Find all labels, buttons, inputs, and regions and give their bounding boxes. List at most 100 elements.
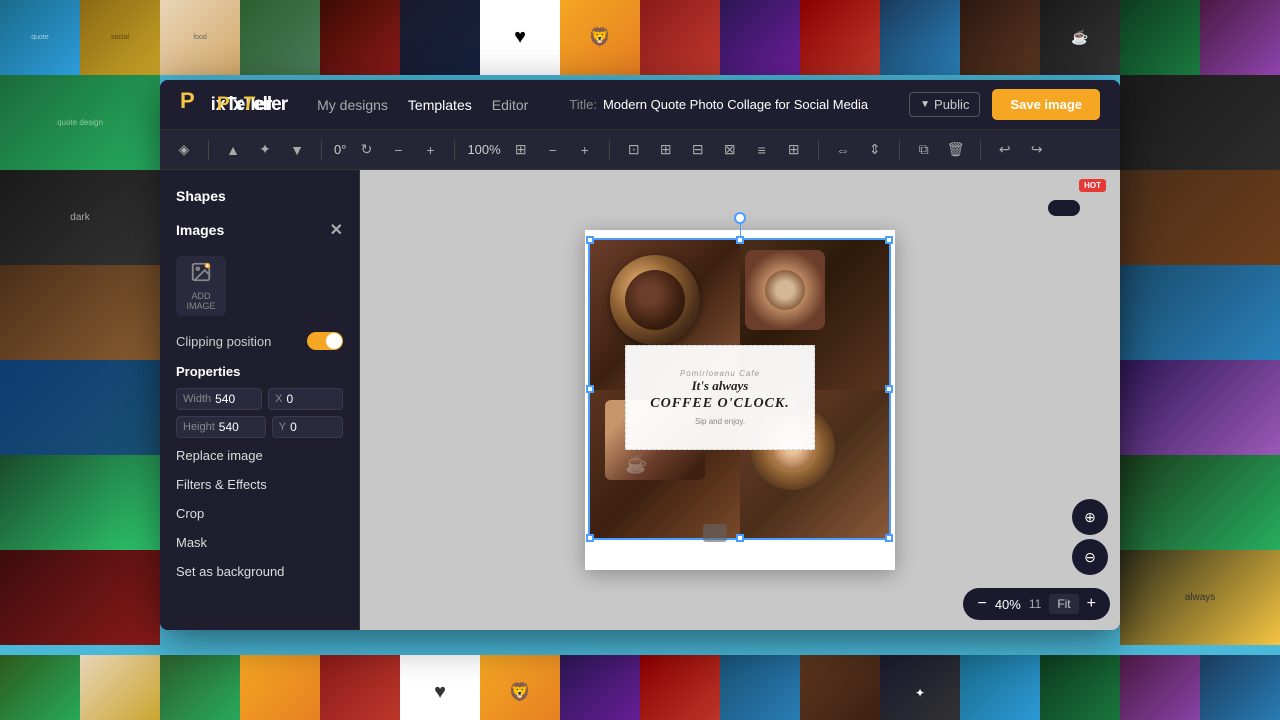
fit-button[interactable]: Fit (1049, 594, 1078, 614)
strip-thumb-12[interactable] (880, 0, 960, 75)
close-images-icon[interactable]: ✕ (330, 220, 343, 240)
bottom-thumb-11[interactable] (800, 655, 880, 720)
rotation-handle[interactable] (734, 212, 746, 224)
bottom-thumb-8[interactable] (560, 655, 640, 720)
strip-thumb-13[interactable] (960, 0, 1040, 75)
strip-thumb-9[interactable] (640, 0, 720, 75)
strip-thumb-7[interactable]: ♥ (480, 0, 560, 75)
bottom-thumb-3[interactable] (160, 655, 240, 720)
align-middle-icon[interactable]: ≡ (750, 138, 774, 162)
strip-thumb-3[interactable]: food (160, 0, 240, 75)
align-right-icon[interactable]: ⊟ (686, 138, 710, 162)
align-center-icon[interactable]: ⊞ (654, 138, 678, 162)
rotate-icon[interactable]: ↻ (354, 138, 378, 162)
x-field[interactable]: X (268, 388, 343, 410)
plus-icon[interactable]: + (418, 138, 442, 162)
mask-link[interactable]: Mask (160, 528, 359, 557)
layers-icon[interactable]: ◈ (172, 138, 196, 162)
y-field[interactable]: Y (272, 416, 343, 438)
design-canvas[interactable]: ☕ Pomirloeanu Cafe (585, 230, 895, 570)
logo-pixteller[interactable]: PixTeller (217, 94, 287, 116)
add-image-icon (190, 261, 212, 289)
public-button[interactable]: ▼ Public (909, 92, 980, 117)
nav-links: My designs Templates Editor (317, 97, 528, 113)
replace-image-link[interactable]: Replace image (160, 441, 359, 470)
expand-down-button[interactable]: ⊖ (1072, 539, 1108, 575)
delete-icon[interactable]: 🗑 (944, 138, 968, 162)
bottom-thumb-16[interactable] (1200, 655, 1280, 720)
undo-icon[interactable]: ↩ (993, 138, 1017, 162)
strip-thumb-11[interactable] (800, 0, 880, 75)
strip-thumb-1[interactable]: quote (0, 0, 80, 75)
set-as-background-link[interactable]: Set as background (160, 557, 359, 586)
shapes-section-title[interactable]: Shapes (160, 180, 359, 212)
toolbar-separator-1 (208, 140, 209, 160)
latte-art-tr (765, 270, 805, 310)
height-input[interactable] (219, 420, 259, 434)
zoom-value: 100% (467, 142, 500, 157)
bottom-thumb-6[interactable]: ♥ (400, 655, 480, 720)
nav-editor[interactable]: Editor (492, 97, 529, 113)
strip-thumb-16[interactable] (1200, 0, 1280, 75)
align-bottom-icon[interactable]: ⊞ (782, 138, 806, 162)
y-input[interactable] (290, 420, 320, 434)
move-up-icon[interactable]: ▲ (221, 138, 245, 162)
flip-h-icon[interactable]: ⇔ (831, 138, 855, 162)
bottom-thumb-15[interactable] (1120, 655, 1200, 720)
bottom-thumb-5[interactable] (320, 655, 400, 720)
toolbar-separator-7 (980, 140, 981, 160)
x-input[interactable] (286, 392, 316, 406)
bottom-thumb-12[interactable]: ✦ (880, 655, 960, 720)
bottom-thumb-10[interactable] (720, 655, 800, 720)
clipping-toggle[interactable] (307, 332, 343, 350)
zoom-in-button[interactable]: + (1087, 595, 1096, 613)
strip-thumb-14[interactable]: ☕ (1040, 0, 1120, 75)
bottom-thumb-1[interactable] (0, 655, 80, 720)
add-image-label: ADDIMAGE (186, 291, 215, 311)
bottom-thumb-4[interactable] (240, 655, 320, 720)
move-icon[interactable]: ✦ (253, 138, 277, 162)
copy-icon[interactable]: ⧉ (912, 138, 936, 162)
toolbar: ◈ ▲ ✦ ▼ 0° ↻ − + 100% ⊞ − + ⊡ ⊞ ⊟ ⊠ ≡ ⊞ … (160, 130, 1120, 170)
zoom-plus-icon[interactable]: + (573, 138, 597, 162)
toolbar-separator-6 (899, 140, 900, 160)
width-field[interactable]: Width (176, 388, 262, 410)
strip-thumb-6[interactable] (400, 0, 480, 75)
strip-thumb-8[interactable]: 🦁 (560, 0, 640, 75)
bottom-thumb-13[interactable] (960, 655, 1040, 720)
width-input[interactable] (215, 392, 255, 406)
text-overlay[interactable]: Pomirloeanu Cafe It's always COFFEE O'CL… (625, 345, 815, 450)
width-label: Width (183, 393, 211, 405)
resize-indicator[interactable] (703, 524, 727, 542)
strip-thumb-2[interactable]: social (80, 0, 160, 75)
align-left-icon[interactable]: ⊡ (622, 138, 646, 162)
nav-my-designs[interactable]: My designs (317, 97, 388, 113)
save-image-button[interactable]: Save image (992, 89, 1100, 120)
move-down-icon[interactable]: ▼ (285, 138, 309, 162)
zoom-out-button[interactable]: − (977, 595, 986, 613)
top-thumbnail-strip: quote social food ♥ 🦁 ☕ (0, 0, 1280, 75)
minus-icon[interactable]: − (386, 138, 410, 162)
bottom-thumb-9[interactable] (640, 655, 720, 720)
canvas-area[interactable]: HOT (360, 170, 1120, 630)
add-image-button[interactable]: ADDIMAGE (176, 256, 226, 316)
flip-v-icon[interactable]: ⇕ (863, 138, 887, 162)
strip-thumb-5[interactable] (320, 0, 400, 75)
expand-up-button[interactable]: ⊕ (1072, 499, 1108, 535)
strip-thumb-4[interactable] (240, 0, 320, 75)
toggle-knob (326, 333, 342, 349)
align-top-icon[interactable]: ⊠ (718, 138, 742, 162)
nav-templates[interactable]: Templates (408, 97, 472, 113)
strip-thumb-10[interactable] (720, 0, 800, 75)
bottom-thumb-14[interactable] (1040, 655, 1120, 720)
zoom-icon[interactable]: ⊞ (509, 138, 533, 162)
redo-icon[interactable]: ↪ (1025, 138, 1049, 162)
height-field[interactable]: Height (176, 416, 266, 438)
bottom-thumb-7[interactable]: 🦁 (480, 655, 560, 720)
bottom-thumb-2[interactable] (80, 655, 160, 720)
zoom-minus-icon[interactable]: − (541, 138, 565, 162)
strip-thumb-15[interactable] (1120, 0, 1200, 75)
crop-link[interactable]: Crop (160, 499, 359, 528)
animate-button[interactable] (1048, 200, 1080, 216)
filters-effects-link[interactable]: Filters & Effects (160, 470, 359, 499)
